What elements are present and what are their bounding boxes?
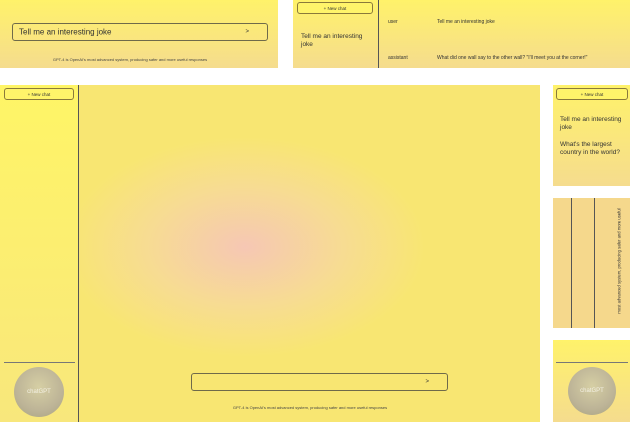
- preview-avatar-panel: chatGPT: [553, 340, 630, 422]
- prompt-text: Tell me an interesting joke: [19, 27, 112, 37]
- preview-narrow-panel: most advanced system, producing safer an…: [553, 198, 630, 328]
- new-chat-button[interactable]: + New chat: [297, 2, 373, 14]
- send-icon[interactable]: >: [425, 379, 429, 385]
- preview-sidebar-panel: + New chat Tell me an interesting joke W…: [553, 85, 630, 186]
- message-text-user: Tell me an interesting joke: [437, 19, 495, 25]
- column-divider: [594, 198, 595, 328]
- divider: [556, 362, 628, 363]
- preview-prompt-panel: Tell me an interesting joke > GPT-4 is O…: [0, 0, 278, 68]
- message-text-assistant: What did one wall say to the other wall?…: [437, 55, 588, 61]
- history-item[interactable]: Tell me an interesting joke: [301, 33, 373, 48]
- main-chat-window: + New chat chatGPT > GPT-4 is OpenAI's m…: [0, 85, 540, 422]
- history-item[interactable]: What's the largest country in the world?: [560, 141, 626, 156]
- column-divider: [571, 198, 572, 328]
- vertical-footer-text: most advanced system, producing safer an…: [616, 208, 622, 314]
- new-chat-button[interactable]: + New chat: [556, 88, 628, 100]
- chatgpt-avatar: chatGPT: [568, 367, 616, 415]
- prompt-input[interactable]: Tell me an interesting joke >: [12, 23, 268, 41]
- message-role-user: user: [388, 19, 398, 25]
- history-item[interactable]: Tell me an interesting joke: [560, 116, 626, 131]
- message-role-assistant: assistant: [388, 55, 408, 61]
- chatgpt-avatar: chatGPT: [14, 367, 64, 417]
- sidebar-divider: [78, 85, 79, 422]
- sidebar-bottom-divider: [4, 362, 75, 363]
- prompt-input[interactable]: >: [191, 373, 448, 391]
- new-chat-button[interactable]: + New chat: [4, 88, 74, 100]
- sidebar-divider: [378, 0, 379, 68]
- preview-conversation-panel: + New chat Tell me an interesting joke u…: [293, 0, 630, 68]
- footer-disclaimer: GPT-4 is OpenAI's most advanced system, …: [232, 405, 388, 410]
- send-icon[interactable]: >: [245, 29, 249, 35]
- footer-disclaimer: GPT-4 is OpenAI's most advanced system, …: [52, 57, 208, 62]
